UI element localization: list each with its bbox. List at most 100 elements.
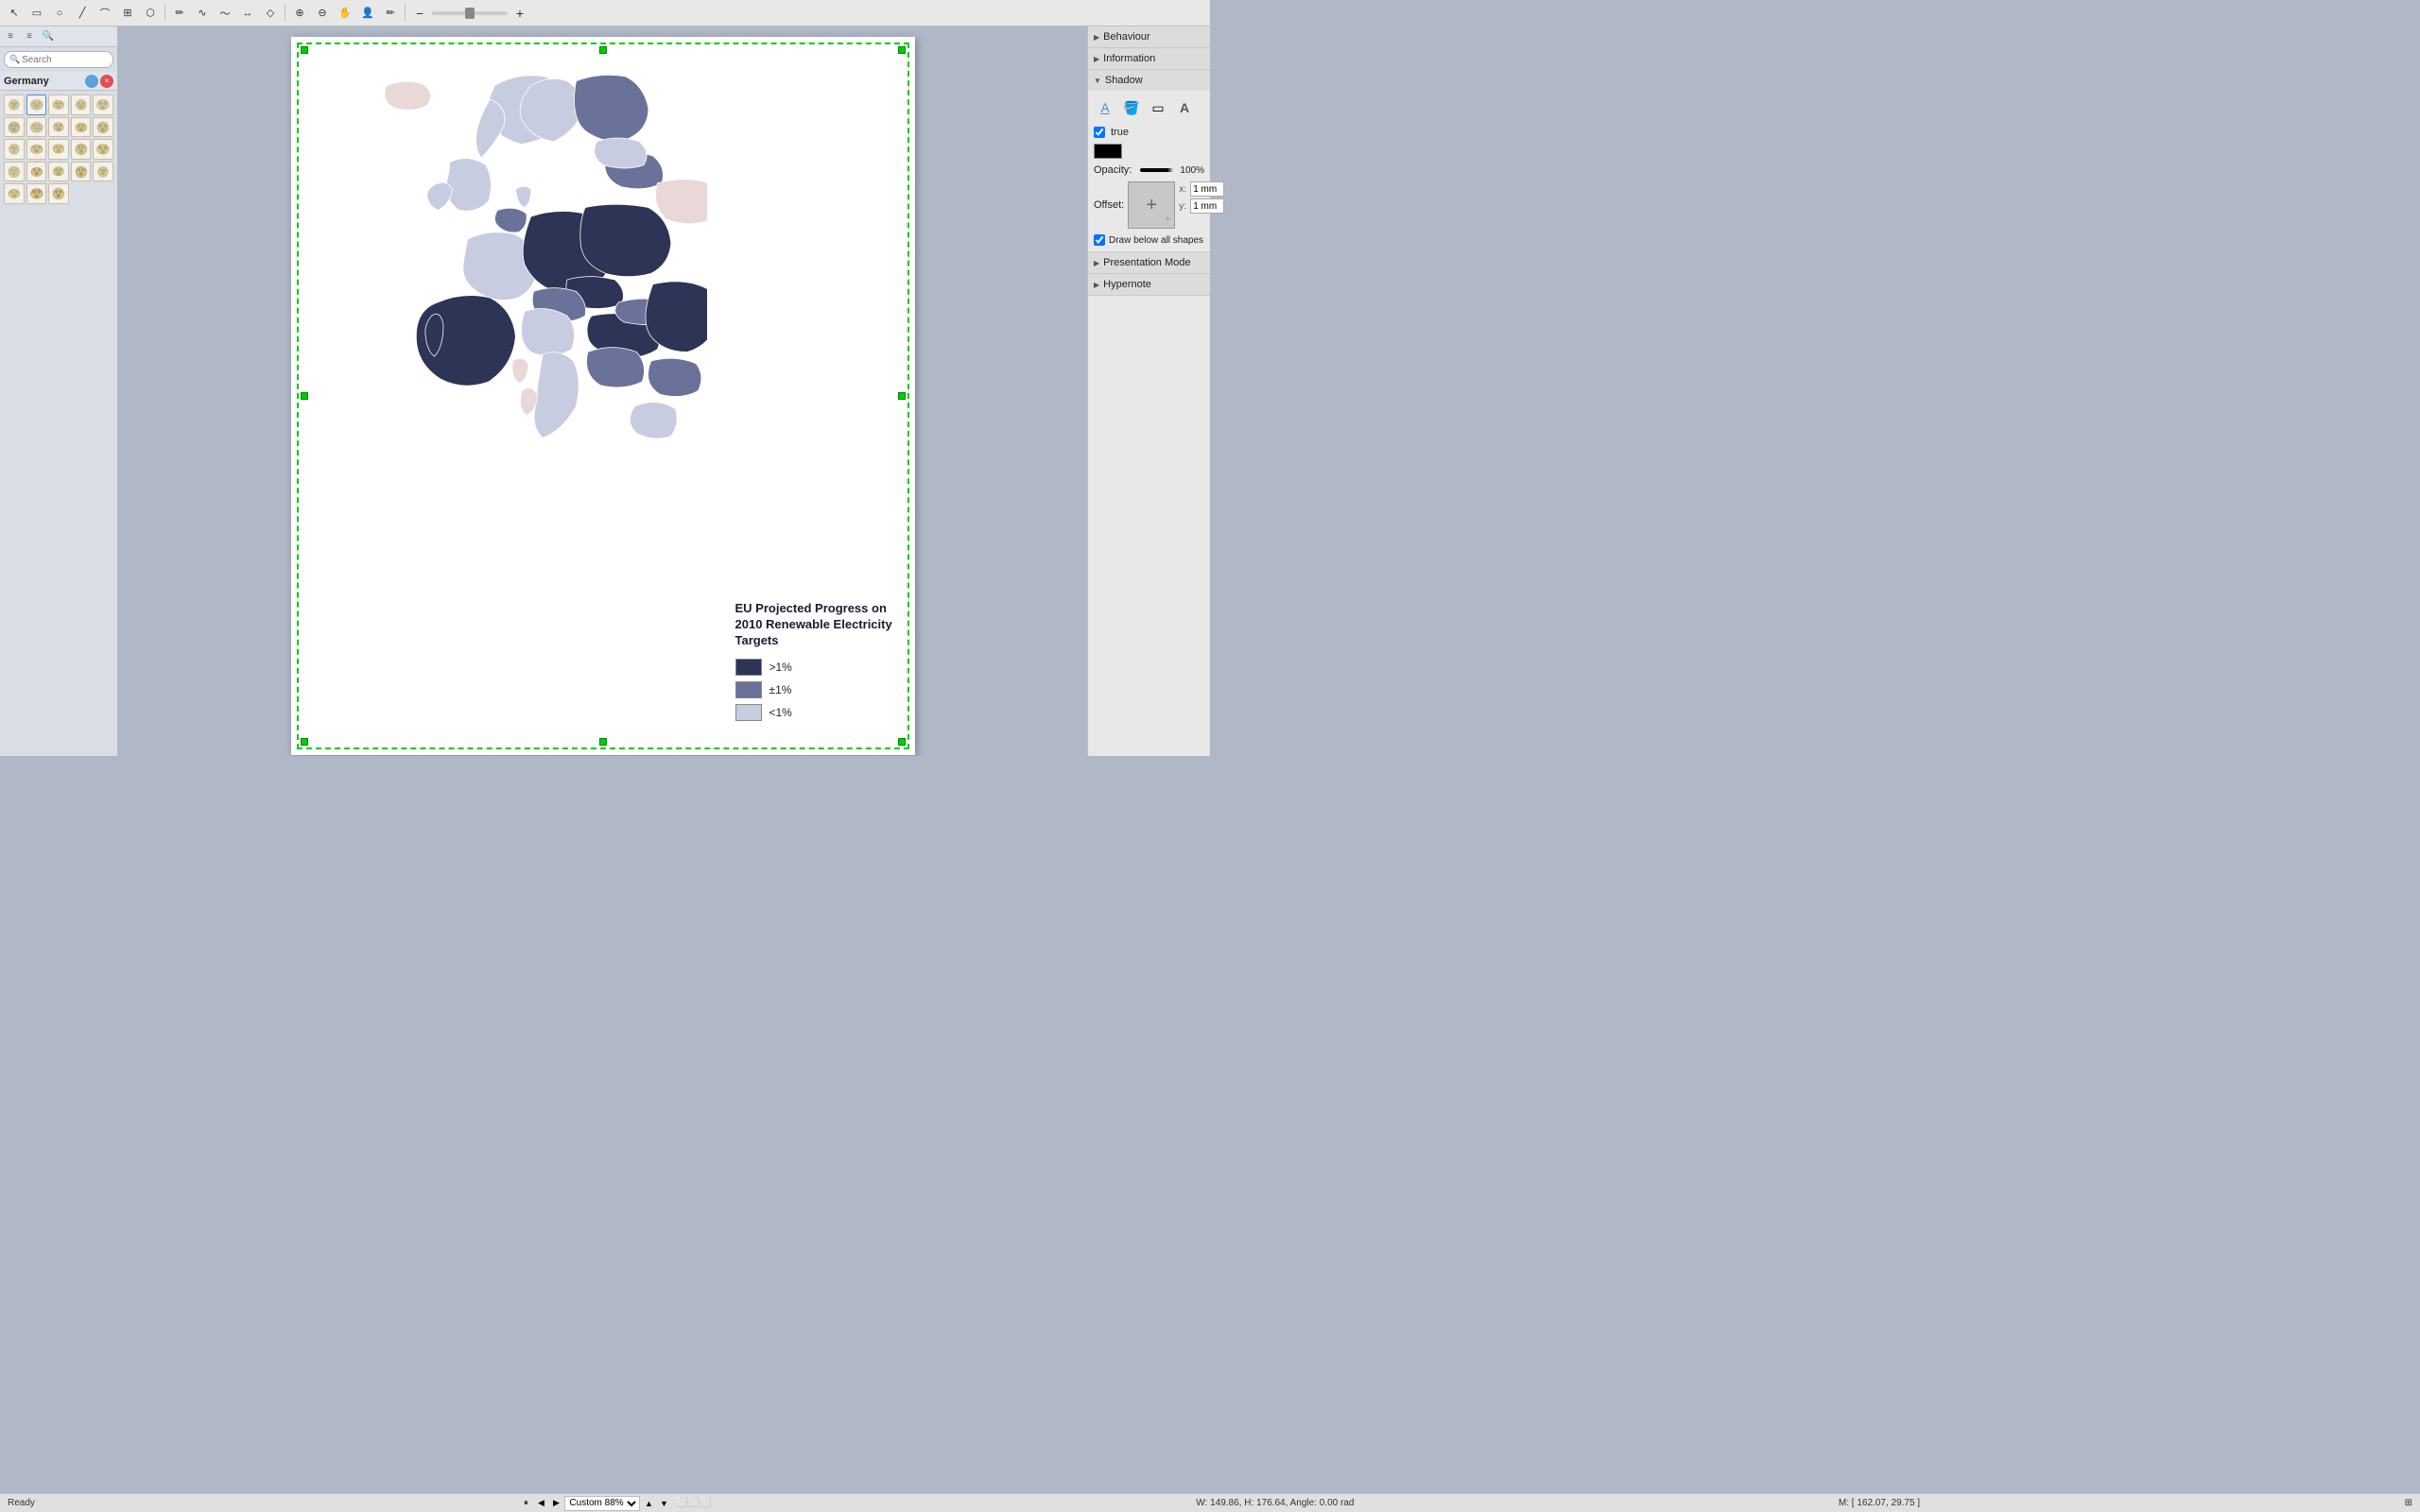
thumbnail-22[interactable] (26, 183, 47, 204)
behaviour-header[interactable]: ▶ Behaviour (1088, 26, 1210, 47)
thumbnail-10[interactable] (93, 117, 113, 138)
thumbnail-1[interactable] (4, 94, 25, 115)
style-icon-box[interactable]: ▭ (1147, 96, 1169, 119)
thumbnail-9[interactable] (71, 117, 92, 138)
information-triangle: ▶ (1094, 55, 1099, 63)
panel-search-btn[interactable]: 🔍 (40, 28, 57, 45)
offset-box[interactable]: + + (1128, 181, 1175, 229)
sep-3 (405, 5, 406, 22)
behaviour-triangle: ▶ (1094, 33, 1099, 42)
zoom-out-icon[interactable]: − (409, 3, 430, 24)
thumbnail-16[interactable] (4, 162, 25, 182)
panel-menu-btn[interactable]: ≡ (2, 28, 19, 45)
zoom-in-icon[interactable]: + (510, 3, 530, 24)
hypernote-header[interactable]: ▶ Hypernote (1088, 274, 1210, 295)
style-icon-fill[interactable]: 🪣 (1120, 96, 1143, 119)
zoom-out-btn[interactable]: ⊖ (312, 3, 333, 24)
thumbnail-23[interactable] (48, 183, 69, 204)
stop-btn[interactable]: ⏸ (519, 1497, 532, 1510)
grid-btn[interactable]: ⊞ (2405, 1498, 2412, 1508)
zoom-up-btn[interactable]: ▲ (642, 1497, 655, 1510)
freehand-tool[interactable]: 〜 (215, 3, 235, 24)
legend-item-3: <1% (735, 704, 906, 721)
search-wrapper: 🔍 (4, 51, 113, 68)
thumbnail-14[interactable] (71, 139, 92, 160)
thumbnail-12[interactable] (26, 139, 47, 160)
information-header[interactable]: ▶ Information (1088, 48, 1210, 69)
search-input[interactable] (4, 51, 113, 68)
x-label: x: (1179, 184, 1188, 195)
handle-tc[interactable] (599, 46, 607, 54)
shadow-triangle: ▼ (1094, 77, 1101, 85)
thumbnail-11[interactable] (4, 139, 25, 160)
zoom-down-btn[interactable]: ▼ (657, 1497, 670, 1510)
thumbnail-15[interactable] (93, 139, 113, 160)
legend-item-1: >1% (735, 659, 906, 676)
shadow-color-swatch[interactable] (1094, 144, 1122, 159)
y-label: y: (1179, 201, 1188, 212)
sep-1 (164, 5, 165, 22)
handle-mr[interactable] (898, 392, 906, 400)
handle-bl[interactable] (301, 738, 308, 746)
thumbnail-8[interactable] (48, 117, 69, 138)
panel-close-btn[interactable]: × (100, 75, 113, 88)
panel-save-btn[interactable] (85, 75, 98, 88)
zoom-slider[interactable] (432, 11, 508, 15)
arrow-tool[interactable]: ↔ (237, 3, 258, 24)
style-icon-underline[interactable]: A (1094, 96, 1116, 119)
eyedropper-tool[interactable]: ✏ (380, 3, 401, 24)
opacity-value: 100% (1178, 165, 1204, 176)
thumbnail-6[interactable] (4, 117, 25, 138)
connect-tool[interactable]: ⊞ (117, 3, 138, 24)
select-tool[interactable]: ↖ (4, 3, 25, 24)
thumbnail-3[interactable] (48, 94, 69, 115)
canvas-area[interactable]: EU Projected Progress on 2010 Renewable … (118, 26, 1087, 756)
x-input[interactable] (1190, 181, 1224, 197)
playback-controls: ⏸ ◀ ▶ Custom 88% ▲ ▼ ⬜⬜⬜ (519, 1496, 711, 1511)
information-section: ▶ Information (1088, 48, 1210, 70)
bezier-tool[interactable]: ∿ (192, 3, 213, 24)
left-panel: ≡ ≡ 🔍 🔍 Germany × (0, 26, 118, 756)
thumbnail-7[interactable] (26, 117, 47, 138)
canvas-paper: EU Projected Progress on 2010 Renewable … (291, 37, 915, 755)
y-input[interactable] (1190, 198, 1224, 214)
offset-row: Offset: + + x: y: (1094, 181, 1204, 229)
prev-btn[interactable]: ◀ (534, 1497, 547, 1510)
shadow-header[interactable]: ▼ Shadow (1088, 70, 1210, 91)
draw-below-checkbox[interactable] (1094, 234, 1105, 246)
line-tool[interactable]: ╱ (72, 3, 93, 24)
pen-tool[interactable]: ✏ (169, 3, 190, 24)
presentation-mode-header[interactable]: ▶ Presentation Mode (1088, 252, 1210, 273)
thumbnail-13[interactable] (48, 139, 69, 160)
person-tool[interactable]: 👤 (357, 3, 378, 24)
panel-list-btn[interactable]: ≡ (21, 28, 38, 45)
legend-label-1: >1% (769, 661, 792, 674)
shape-tool[interactable]: ⬡ (140, 3, 161, 24)
thumbnail-2[interactable] (26, 94, 47, 115)
rect-tool[interactable]: ▭ (26, 3, 47, 24)
style-icon-text[interactable]: A (1173, 96, 1196, 119)
shadow-checkbox[interactable] (1094, 127, 1105, 138)
opacity-slider[interactable] (1140, 168, 1174, 172)
thumbnail-18[interactable] (48, 162, 69, 182)
thumbnail-20[interactable] (93, 162, 113, 182)
handle-tr[interactable] (898, 46, 906, 54)
handle-bc[interactable] (599, 738, 607, 746)
main-layout: ≡ ≡ 🔍 🔍 Germany × (0, 26, 1210, 756)
diamond-tool[interactable]: ◇ (260, 3, 281, 24)
legend-swatch-1 (735, 659, 762, 676)
thumbnail-5[interactable] (93, 94, 113, 115)
thumbnail-17[interactable] (26, 162, 47, 182)
handle-tl[interactable] (301, 46, 308, 54)
curve-tool[interactable]: ⌒ (95, 3, 115, 24)
hand-tool[interactable]: ✋ (335, 3, 355, 24)
circle-tool[interactable]: ○ (49, 3, 70, 24)
thumbnail-4[interactable] (71, 94, 92, 115)
next-btn[interactable]: ▶ (549, 1497, 562, 1510)
handle-br[interactable] (898, 738, 906, 746)
information-label: Information (1103, 53, 1155, 64)
thumbnail-19[interactable] (71, 162, 92, 182)
thumbnail-21[interactable] (4, 183, 25, 204)
zoom-in-btn[interactable]: ⊕ (289, 3, 310, 24)
zoom-select[interactable]: Custom 88% (564, 1496, 640, 1511)
